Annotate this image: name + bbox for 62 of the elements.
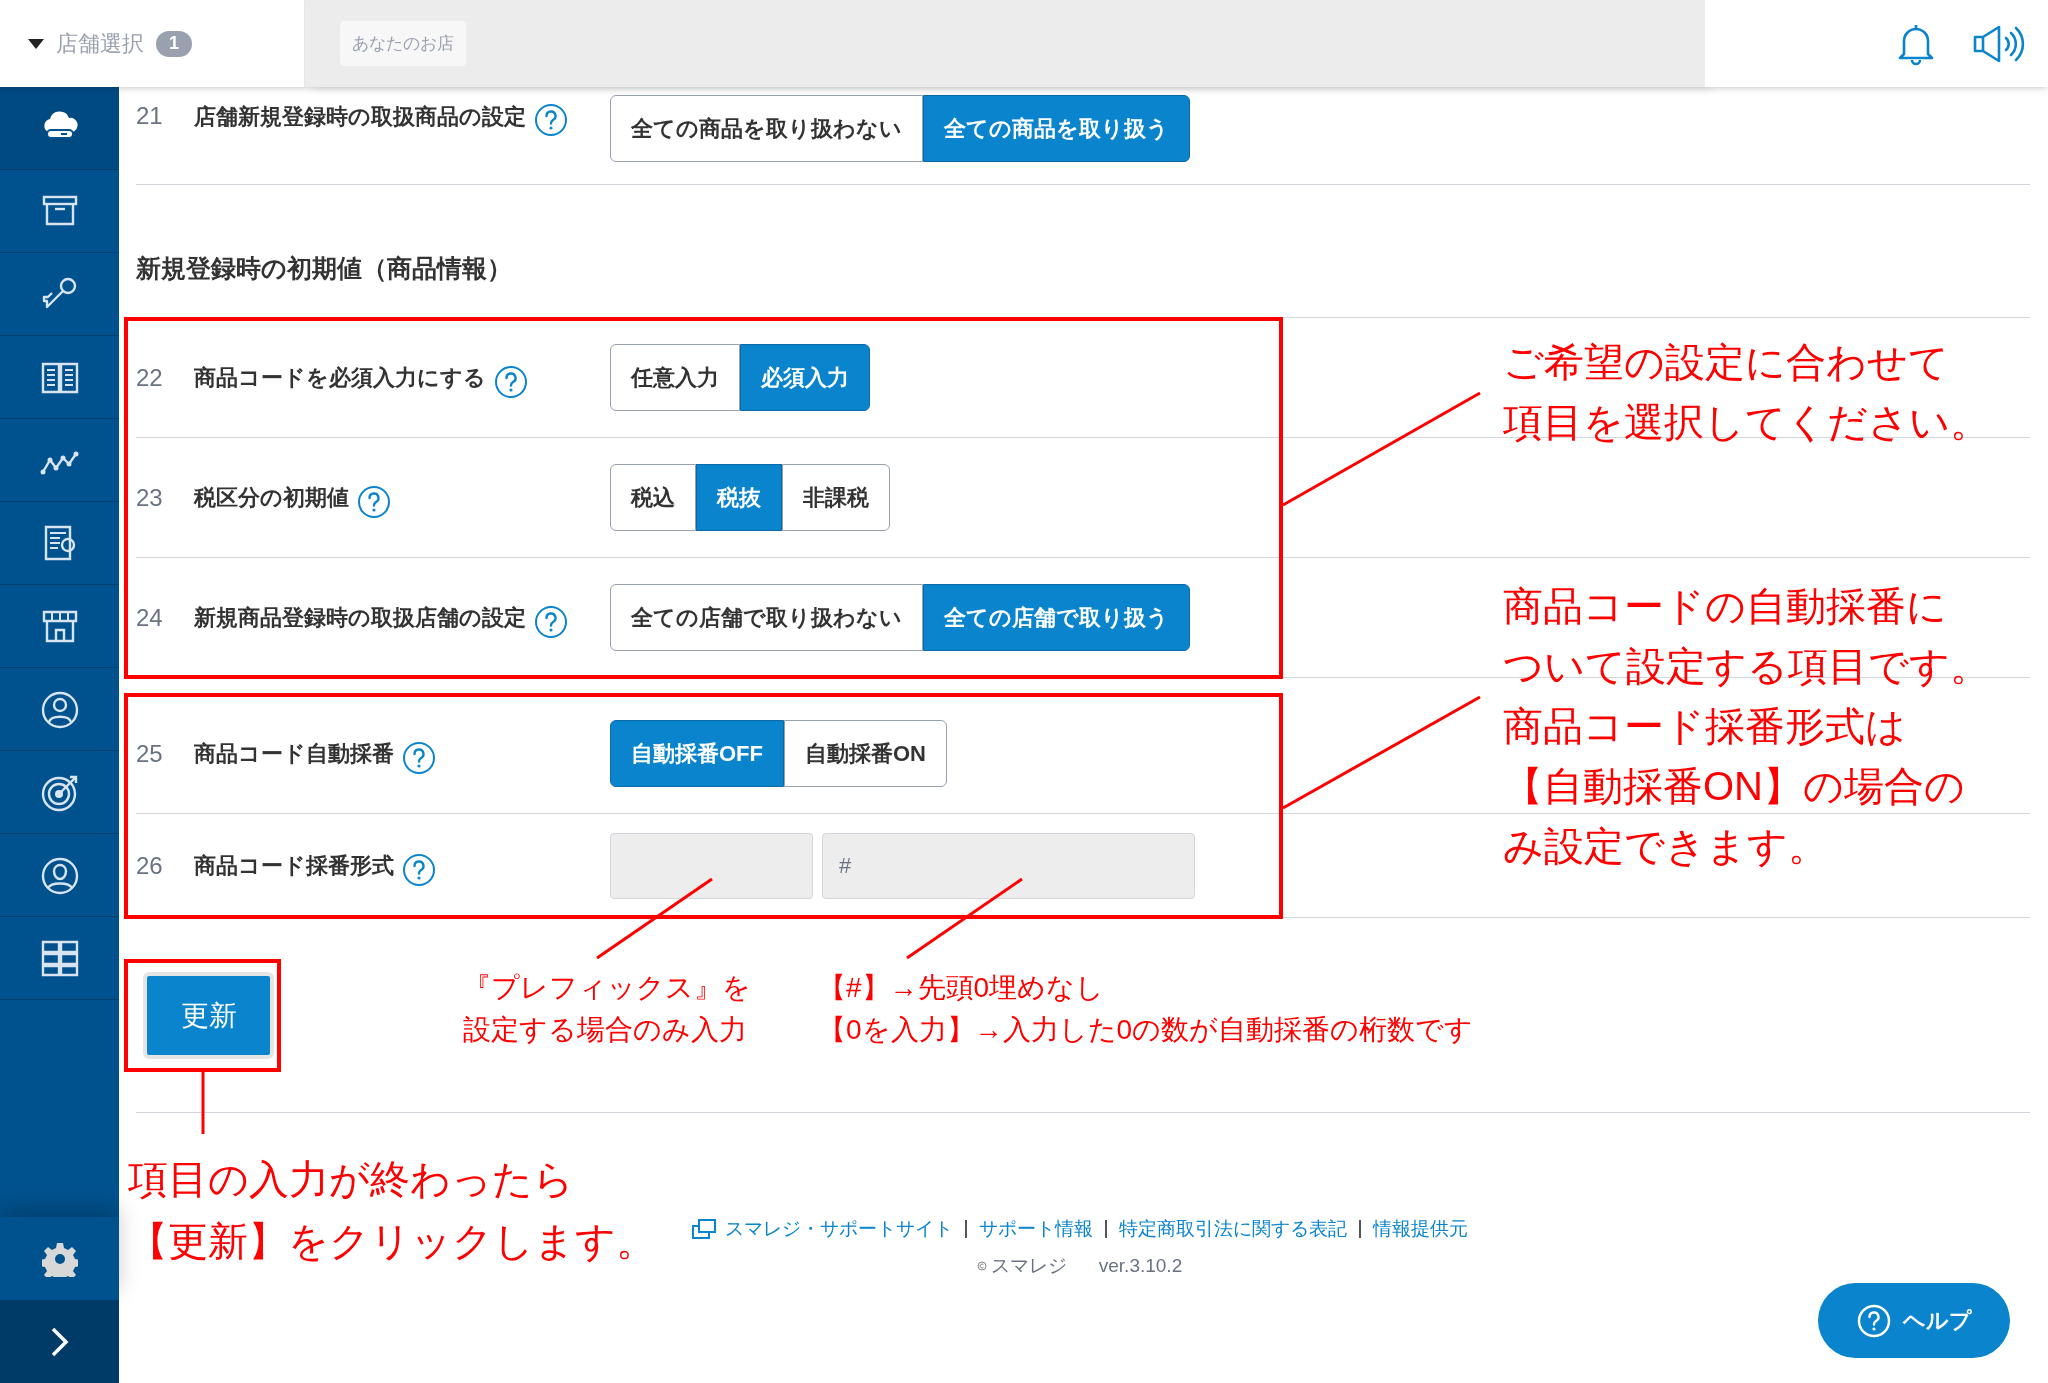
help-button[interactable]: ヘルプ <box>1818 1283 2010 1358</box>
section-heading: 新規登録時の初期値（商品情報） <box>136 252 512 284</box>
row-number: 25 <box>136 738 164 769</box>
store-selector-label: 店舗選択 <box>56 30 144 58</box>
annotation-text: ついて設定する項目です。 <box>1503 643 1990 690</box>
footer-link[interactable]: 情報提供元 <box>1373 1215 1468 1244</box>
setting-label: 税区分の初期値 <box>194 484 349 512</box>
option-button[interactable]: 自動採番ON <box>784 720 947 787</box>
row-number: 26 <box>136 850 164 881</box>
update-button[interactable]: 更新 <box>143 972 274 1059</box>
setting-label: 商品コードを必須入力にする <box>194 364 486 392</box>
footer-link[interactable]: サポート情報 <box>979 1215 1093 1244</box>
option-button[interactable]: 全ての店舗で取り扱う <box>923 584 1190 651</box>
footer-link[interactable]: スマレジ・サポートサイト <box>725 1215 953 1244</box>
annotation-text: ご希望の設定に合わせて <box>1503 339 1950 386</box>
setting-label: 店舗新規登録時の取扱商品の設定 <box>194 102 526 131</box>
annotation-text: 【自動採番ON】の場合の <box>1503 763 1966 810</box>
external-link-icon <box>691 1218 717 1241</box>
option-button[interactable]: 全ての商品を取り扱わない <box>610 95 923 162</box>
annotation-text: 商品コード採番形式は <box>1503 703 1907 750</box>
row-number: 22 <box>136 362 164 393</box>
annotation-text: 項目の入力が終わったら <box>128 1156 575 1203</box>
annotation-text: 設定する場合のみ入力 <box>463 1013 748 1047</box>
help-icon <box>494 364 528 399</box>
setting-label: 商品コード採番形式 <box>194 852 394 880</box>
option-button[interactable]: 自動採番OFF <box>610 720 784 787</box>
count-badge: 1 <box>156 30 192 57</box>
copyright-icon <box>976 1260 987 1271</box>
footer-link[interactable]: 特定商取引法に関する表記 <box>1119 1215 1347 1244</box>
leader-line <box>201 1072 205 1134</box>
help-icon <box>534 604 568 639</box>
help-icon <box>534 103 568 137</box>
store-selector[interactable]: 店舗選択 1 <box>0 0 305 87</box>
help-icon <box>402 852 436 887</box>
store-tag: あなたのお店 <box>340 20 466 67</box>
option-button[interactable]: 税抜 <box>696 464 782 531</box>
option-button[interactable]: 非課税 <box>782 464 890 531</box>
setting-label: 商品コード自動採番 <box>194 740 394 768</box>
option-button[interactable]: 任意入力 <box>610 344 740 411</box>
annotation-text: 項目を選択してください。 <box>1503 399 1990 446</box>
annotation-text: 【更新】をクリックします。 <box>128 1218 656 1265</box>
annotation-text: 商品コードの自動採番に <box>1503 583 1948 630</box>
annotation-text: 【0を入力】→入力した0の数が自動採番の桁数です <box>818 1013 1474 1047</box>
settings-icon <box>41 1240 78 1277</box>
help-icon <box>402 740 436 775</box>
copyright-text: スマレジ <box>976 1251 1067 1280</box>
option-button[interactable]: 全ての商品を取り扱う <box>923 95 1190 162</box>
sidebar-item[interactable] <box>0 87 119 170</box>
annotation-text: 【#】→先頭0埋めなし <box>818 971 1106 1005</box>
annotation-text: 『プレフィックス』を <box>463 971 751 1005</box>
option-button[interactable]: 税込 <box>610 464 696 531</box>
help-icon <box>357 484 391 519</box>
version-text: ver.3.10.2 <box>1098 1253 1183 1278</box>
row-number: 24 <box>136 602 164 633</box>
help-icon <box>1856 1303 1891 1338</box>
option-button[interactable]: 全ての店舗で取り扱わない <box>610 584 923 651</box>
setting-label: 新規商品登録時の取扱店舗の設定 <box>194 604 526 632</box>
option-button[interactable]: 必須入力 <box>740 344 870 411</box>
row-number: 21 <box>136 101 164 131</box>
annotation-text: み設定できます。 <box>1503 823 1829 870</box>
row-number: 23 <box>136 482 164 513</box>
settings-button[interactable] <box>0 1217 119 1300</box>
